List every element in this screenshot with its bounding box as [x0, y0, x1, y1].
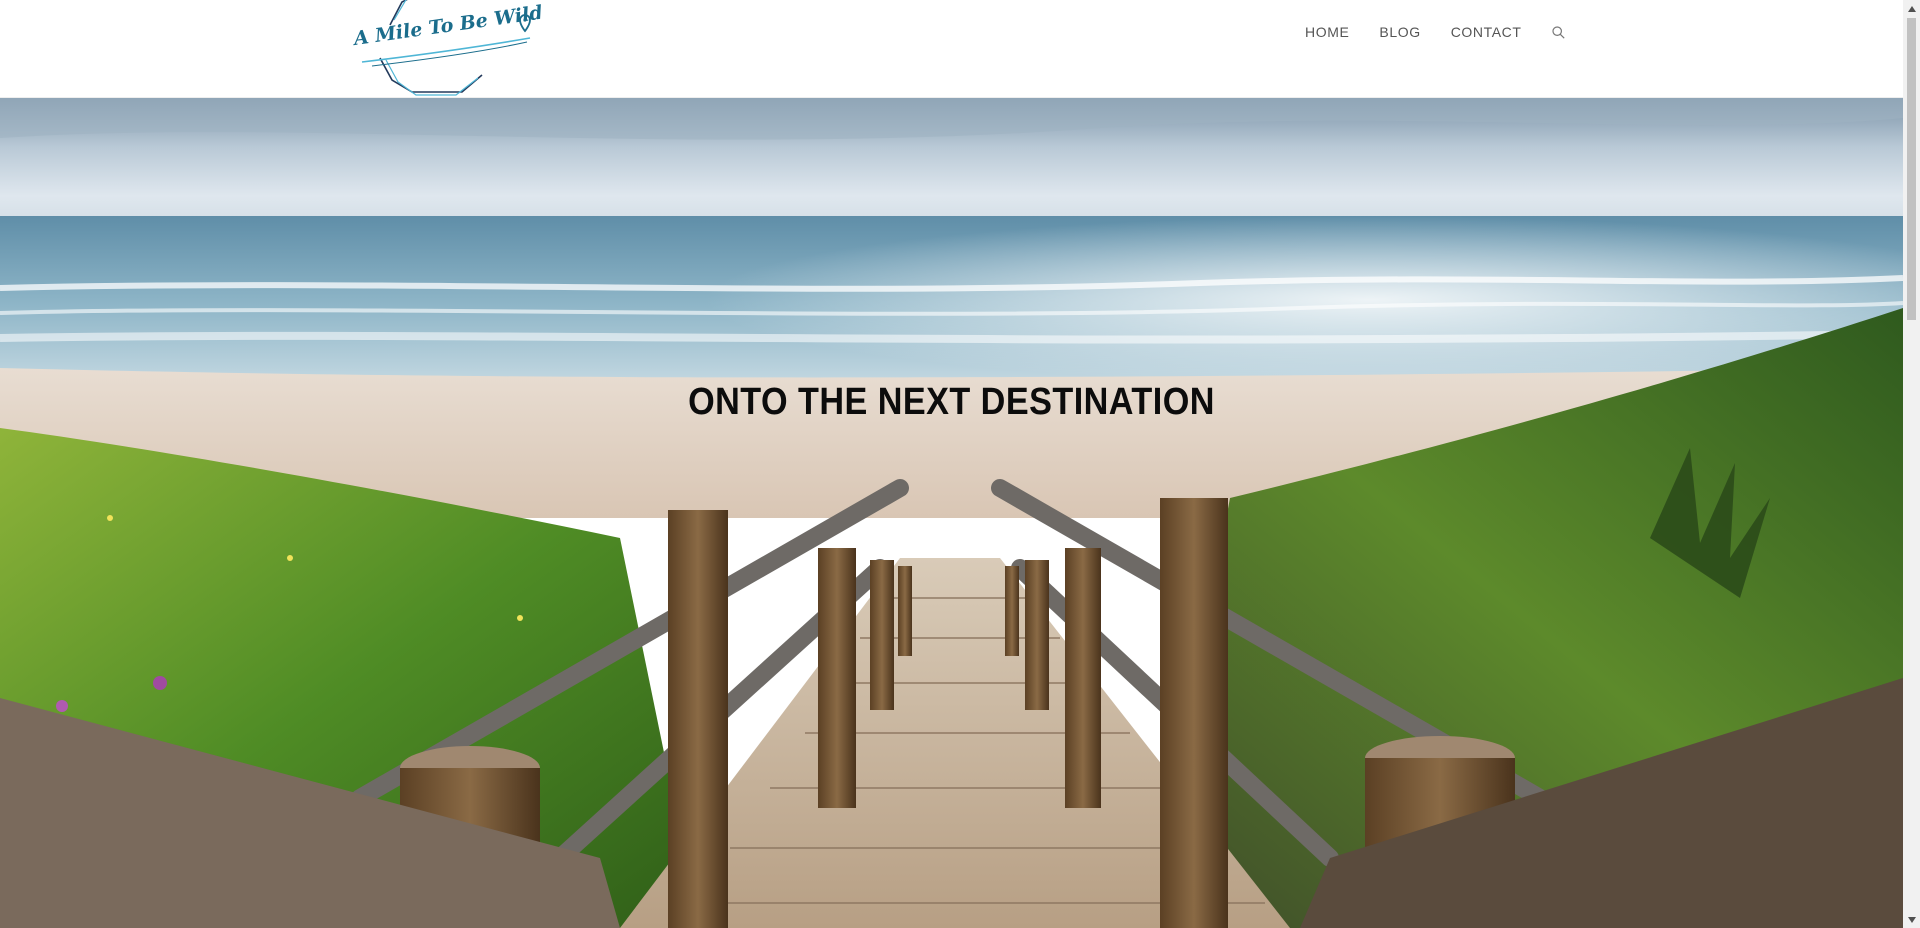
page: A Mile To Be Wild HOME BLOG CONTACT ONTO…	[0, 0, 1920, 928]
chevron-down-icon	[1907, 916, 1916, 923]
nav-contact[interactable]: CONTACT	[1451, 24, 1522, 40]
nav-blog[interactable]: BLOG	[1379, 24, 1420, 40]
hero-title: ONTO THE NEXT DESTINATION	[688, 381, 1215, 423]
scroll-down-arrow[interactable]	[1903, 911, 1920, 928]
hero-background-image	[0, 98, 1903, 928]
chevron-up-icon	[1907, 5, 1916, 12]
site-header: A Mile To Be Wild HOME BLOG CONTACT	[0, 0, 1903, 98]
scroll-thumb[interactable]	[1907, 18, 1916, 320]
site-logo[interactable]: A Mile To Be Wild	[352, 0, 544, 97]
search-button[interactable]	[1551, 24, 1567, 40]
nav-home[interactable]: HOME	[1305, 24, 1349, 40]
scroll-up-arrow[interactable]	[1903, 0, 1920, 17]
search-icon	[1552, 25, 1565, 39]
main-nav: HOME BLOG CONTACT	[1290, 0, 1567, 64]
hero-section: ONTO THE NEXT DESTINATION	[0, 98, 1903, 928]
page-scrollbar[interactable]	[1903, 0, 1920, 928]
